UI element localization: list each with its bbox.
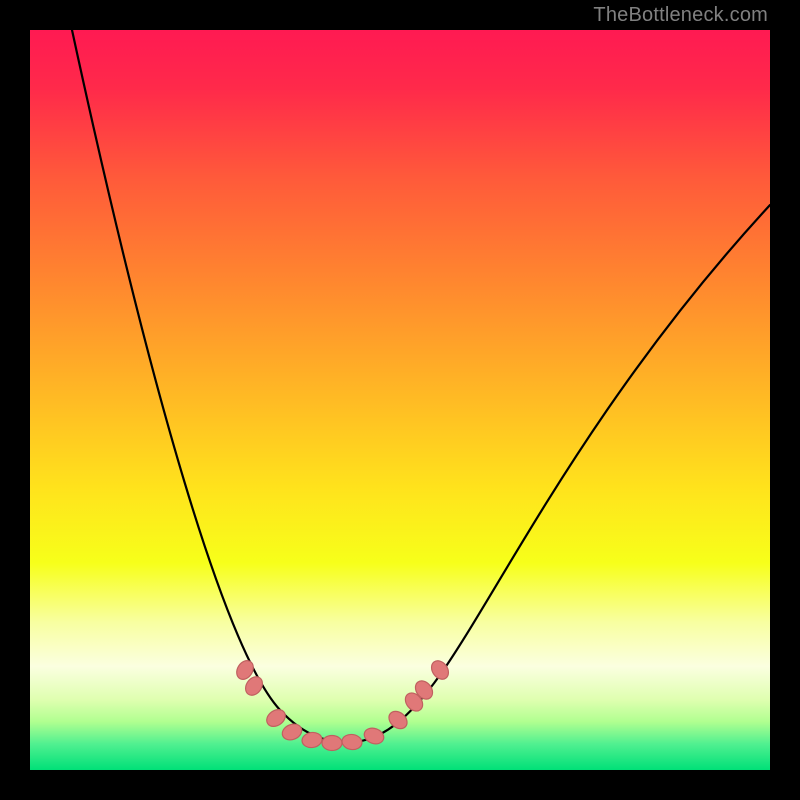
curve-marker [322,736,342,751]
curve-marker [280,721,304,742]
plot-area [30,30,770,770]
bottleneck-curve [72,30,770,742]
curve-marker [362,726,386,747]
bottleneck-chart [30,30,770,770]
marker-cluster [233,658,452,751]
outer-black-frame: TheBottleneck.com [0,0,800,800]
curve-marker [264,706,289,730]
curve-marker [301,731,323,749]
watermark-text: TheBottleneck.com [593,4,768,27]
curve-marker [341,733,363,751]
